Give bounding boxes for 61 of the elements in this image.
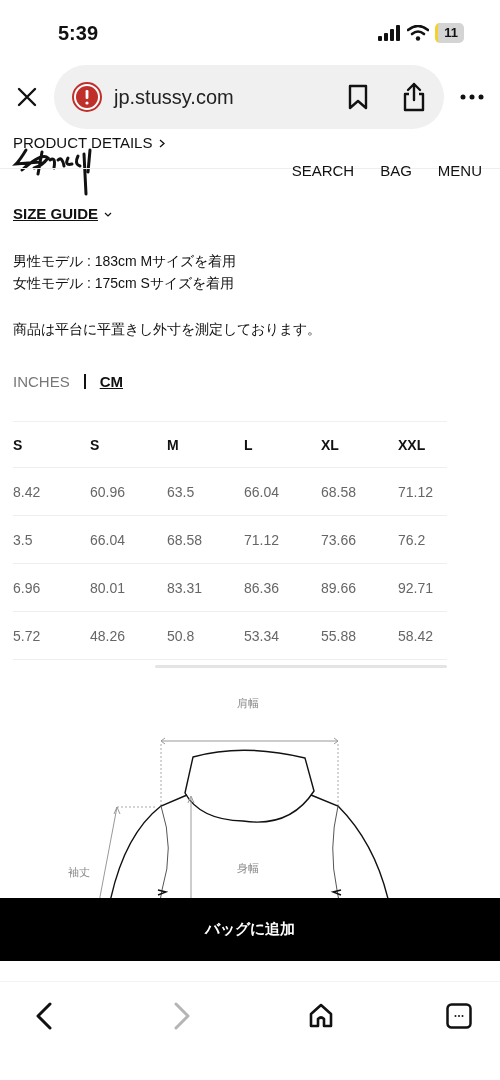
table-cell: 68.58 [321,483,357,500]
table-cell: 68.58 [167,531,203,548]
column-header: S [13,436,23,453]
home-icon[interactable] [308,1002,333,1029]
tabs-icon[interactable] [446,1002,472,1029]
table-cell: 66.04 [244,483,280,500]
table-cell: 50.8 [167,627,195,644]
measurement-label: 袖丈 [68,865,90,880]
close-icon[interactable] [16,86,38,108]
table-cell: 63.5 [167,483,195,500]
table-cell: 58.42 [398,627,434,644]
unit-tab[interactable]: INCHES [13,370,70,393]
nav-link[interactable]: SEARCH [291,160,355,183]
nav-link[interactable]: MENU [437,160,482,183]
table-cell: 8.42 [13,483,41,500]
measurement-note: 商品は平台に平置きし外寸を測定しております。 [13,319,322,339]
measurement-label: 肩幅 [237,696,259,711]
column-header: XXL [398,436,426,453]
table-cell: 89.66 [321,579,357,596]
add-to-bag-button[interactable]: バッグに追加 [0,898,500,961]
url-text: jp.stussy.com [114,85,235,110]
chevron-right-icon [159,138,166,148]
logo-icon[interactable] [12,146,94,196]
share-icon[interactable] [402,82,426,112]
chevron-down-icon [104,211,112,217]
table-cell: 53.34 [244,627,280,644]
column-header: L [244,436,253,453]
column-header: S [90,436,100,453]
measurement-label: 身幅 [237,861,259,876]
model-info: 女性モデル : 175cm Sサイズを着用 [13,273,235,293]
table-cell: 83.31 [167,579,203,596]
column-header: M [167,436,179,453]
column-header: XL [321,436,339,453]
address-bar[interactable]: jp.stussy.com [54,65,444,129]
bookmark-icon[interactable] [348,84,368,110]
table-cell: 80.01 [90,579,126,596]
table-cell: 71.12 [398,483,434,500]
status-time: 5:39 [58,21,99,46]
table-cell: 3.5 [13,531,33,548]
battery-level: 11 [435,23,464,43]
table-cell: 73.66 [321,531,357,548]
table-cell: 6.96 [13,579,41,596]
size-guide-toggle[interactable]: SIZE GUIDE [13,203,98,226]
nav-link[interactable]: BAG [380,160,412,183]
table-cell: 71.12 [244,531,280,548]
table-cell: 48.26 [90,627,126,644]
unit-tab[interactable]: CM [99,370,123,393]
table-cell: 60.96 [90,483,126,500]
model-info: 男性モデル : 183cm Mサイズを着用 [13,251,238,271]
table-cell: 66.04 [90,531,126,548]
wifi-icon [407,25,430,41]
signal-icon [377,25,402,41]
table-cell: 86.36 [244,579,280,596]
breadcrumb-link[interactable]: PRODUCT DETAILS [13,132,153,155]
table-cell: 92.71 [398,579,434,596]
warning-icon [72,82,102,112]
back-icon[interactable] [36,1001,52,1030]
table-cell: 76.2 [398,531,426,548]
table-cell: 55.88 [321,627,357,644]
more-icon[interactable] [460,94,484,100]
table-cell: 5.72 [13,627,41,644]
